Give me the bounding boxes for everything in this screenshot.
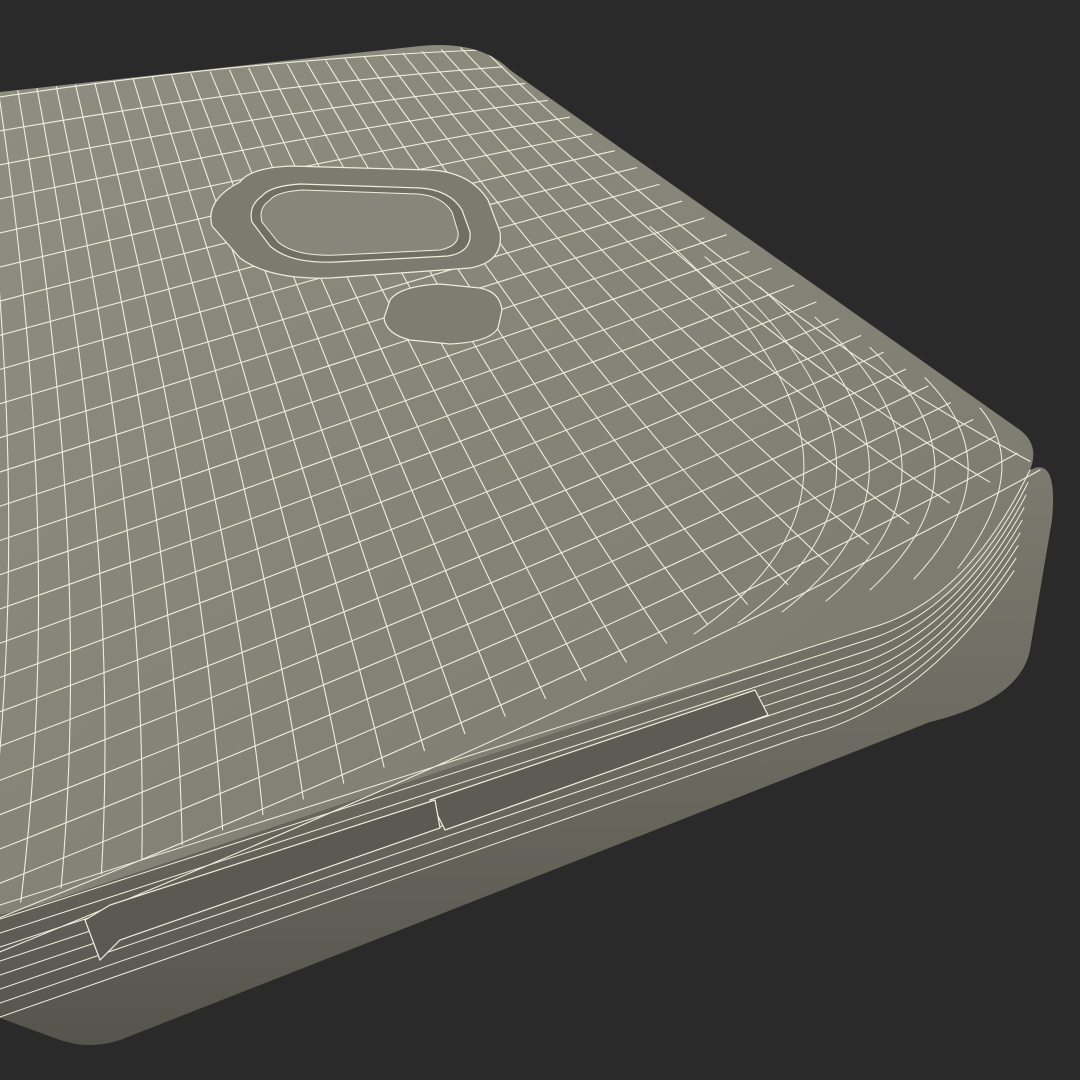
flash-module [383,283,503,345]
camera-module [210,165,502,279]
flash-ring [383,283,503,345]
camera-lens [260,189,459,256]
wireframe-render [0,45,1054,1045]
render-viewport [0,0,1080,1080]
